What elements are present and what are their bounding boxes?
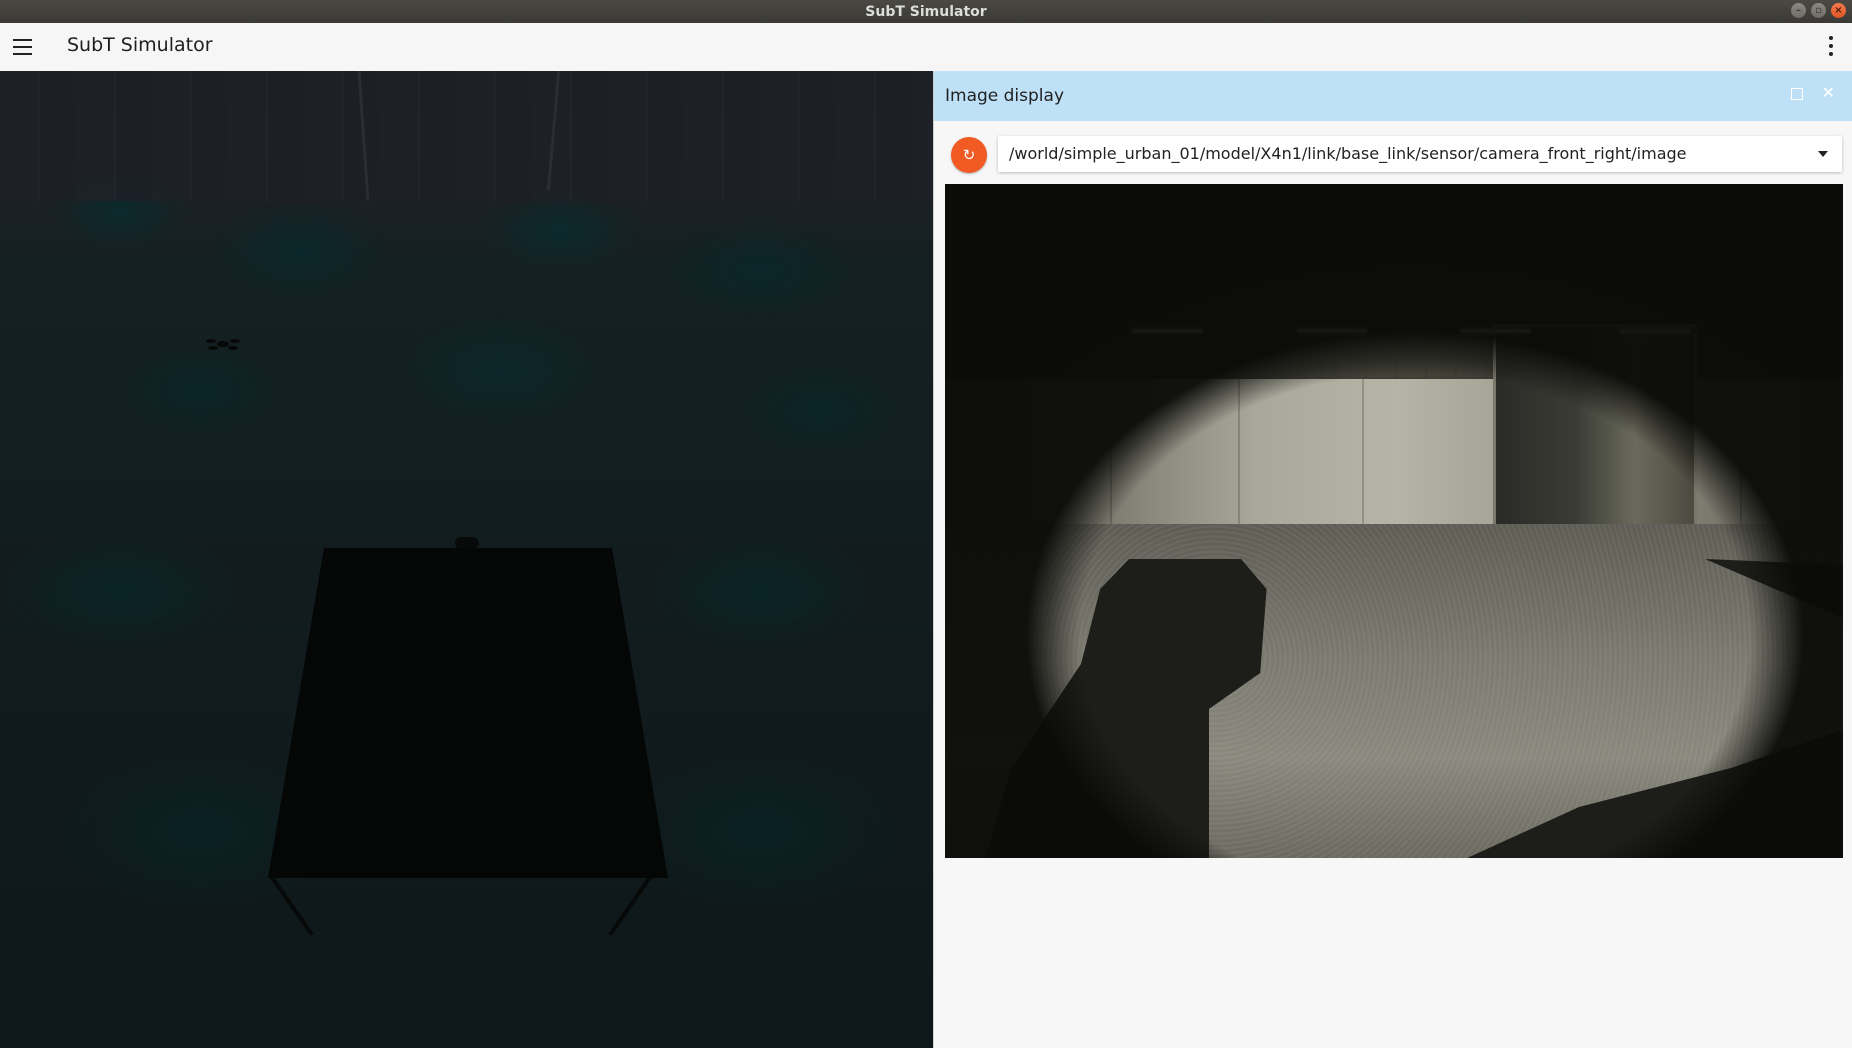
panel-title: Image display [945,86,1065,106]
hamburger-menu-icon[interactable] [13,39,32,55]
drone-model [206,339,240,350]
table-top [268,548,668,878]
table-leg [270,876,314,936]
scene-back-wall [0,71,933,201]
close-panel-icon[interactable]: ✕ [1822,83,1835,102]
close-icon[interactable]: × [1831,3,1846,18]
window-title: SubT Simulator [865,3,987,20]
topic-dropdown[interactable]: /world/simple_urban_01/model/X4n1/link/b… [998,136,1842,172]
app-header: SubT Simulator [0,23,1852,72]
dropdown-arrow-icon [1818,151,1828,157]
camera-image [945,184,1843,858]
panel-header: Image display ✕ [934,71,1852,121]
image-display-panel: Image display ✕ ↻ /world/simple_urban_01… [933,71,1852,1048]
maximize-icon[interactable]: ▫ [1811,3,1826,18]
table-leg [608,876,652,936]
os-title-bar: SubT Simulator – ▫ × [0,0,1852,23]
window-controls: – ▫ × [1791,3,1846,18]
refresh-icon[interactable]: ↻ [951,137,987,173]
minimize-icon[interactable]: – [1791,3,1806,18]
camera-vignette [945,184,1843,858]
scene-3d-view[interactable]: ▸▸ [0,71,933,1048]
maximize-panel-icon[interactable] [1791,88,1803,100]
more-vert-icon[interactable] [1828,36,1834,58]
table-object [455,537,479,549]
topic-value: /world/simple_urban_01/model/X4n1/link/b… [1009,144,1687,163]
app-title: SubT Simulator [67,34,213,56]
